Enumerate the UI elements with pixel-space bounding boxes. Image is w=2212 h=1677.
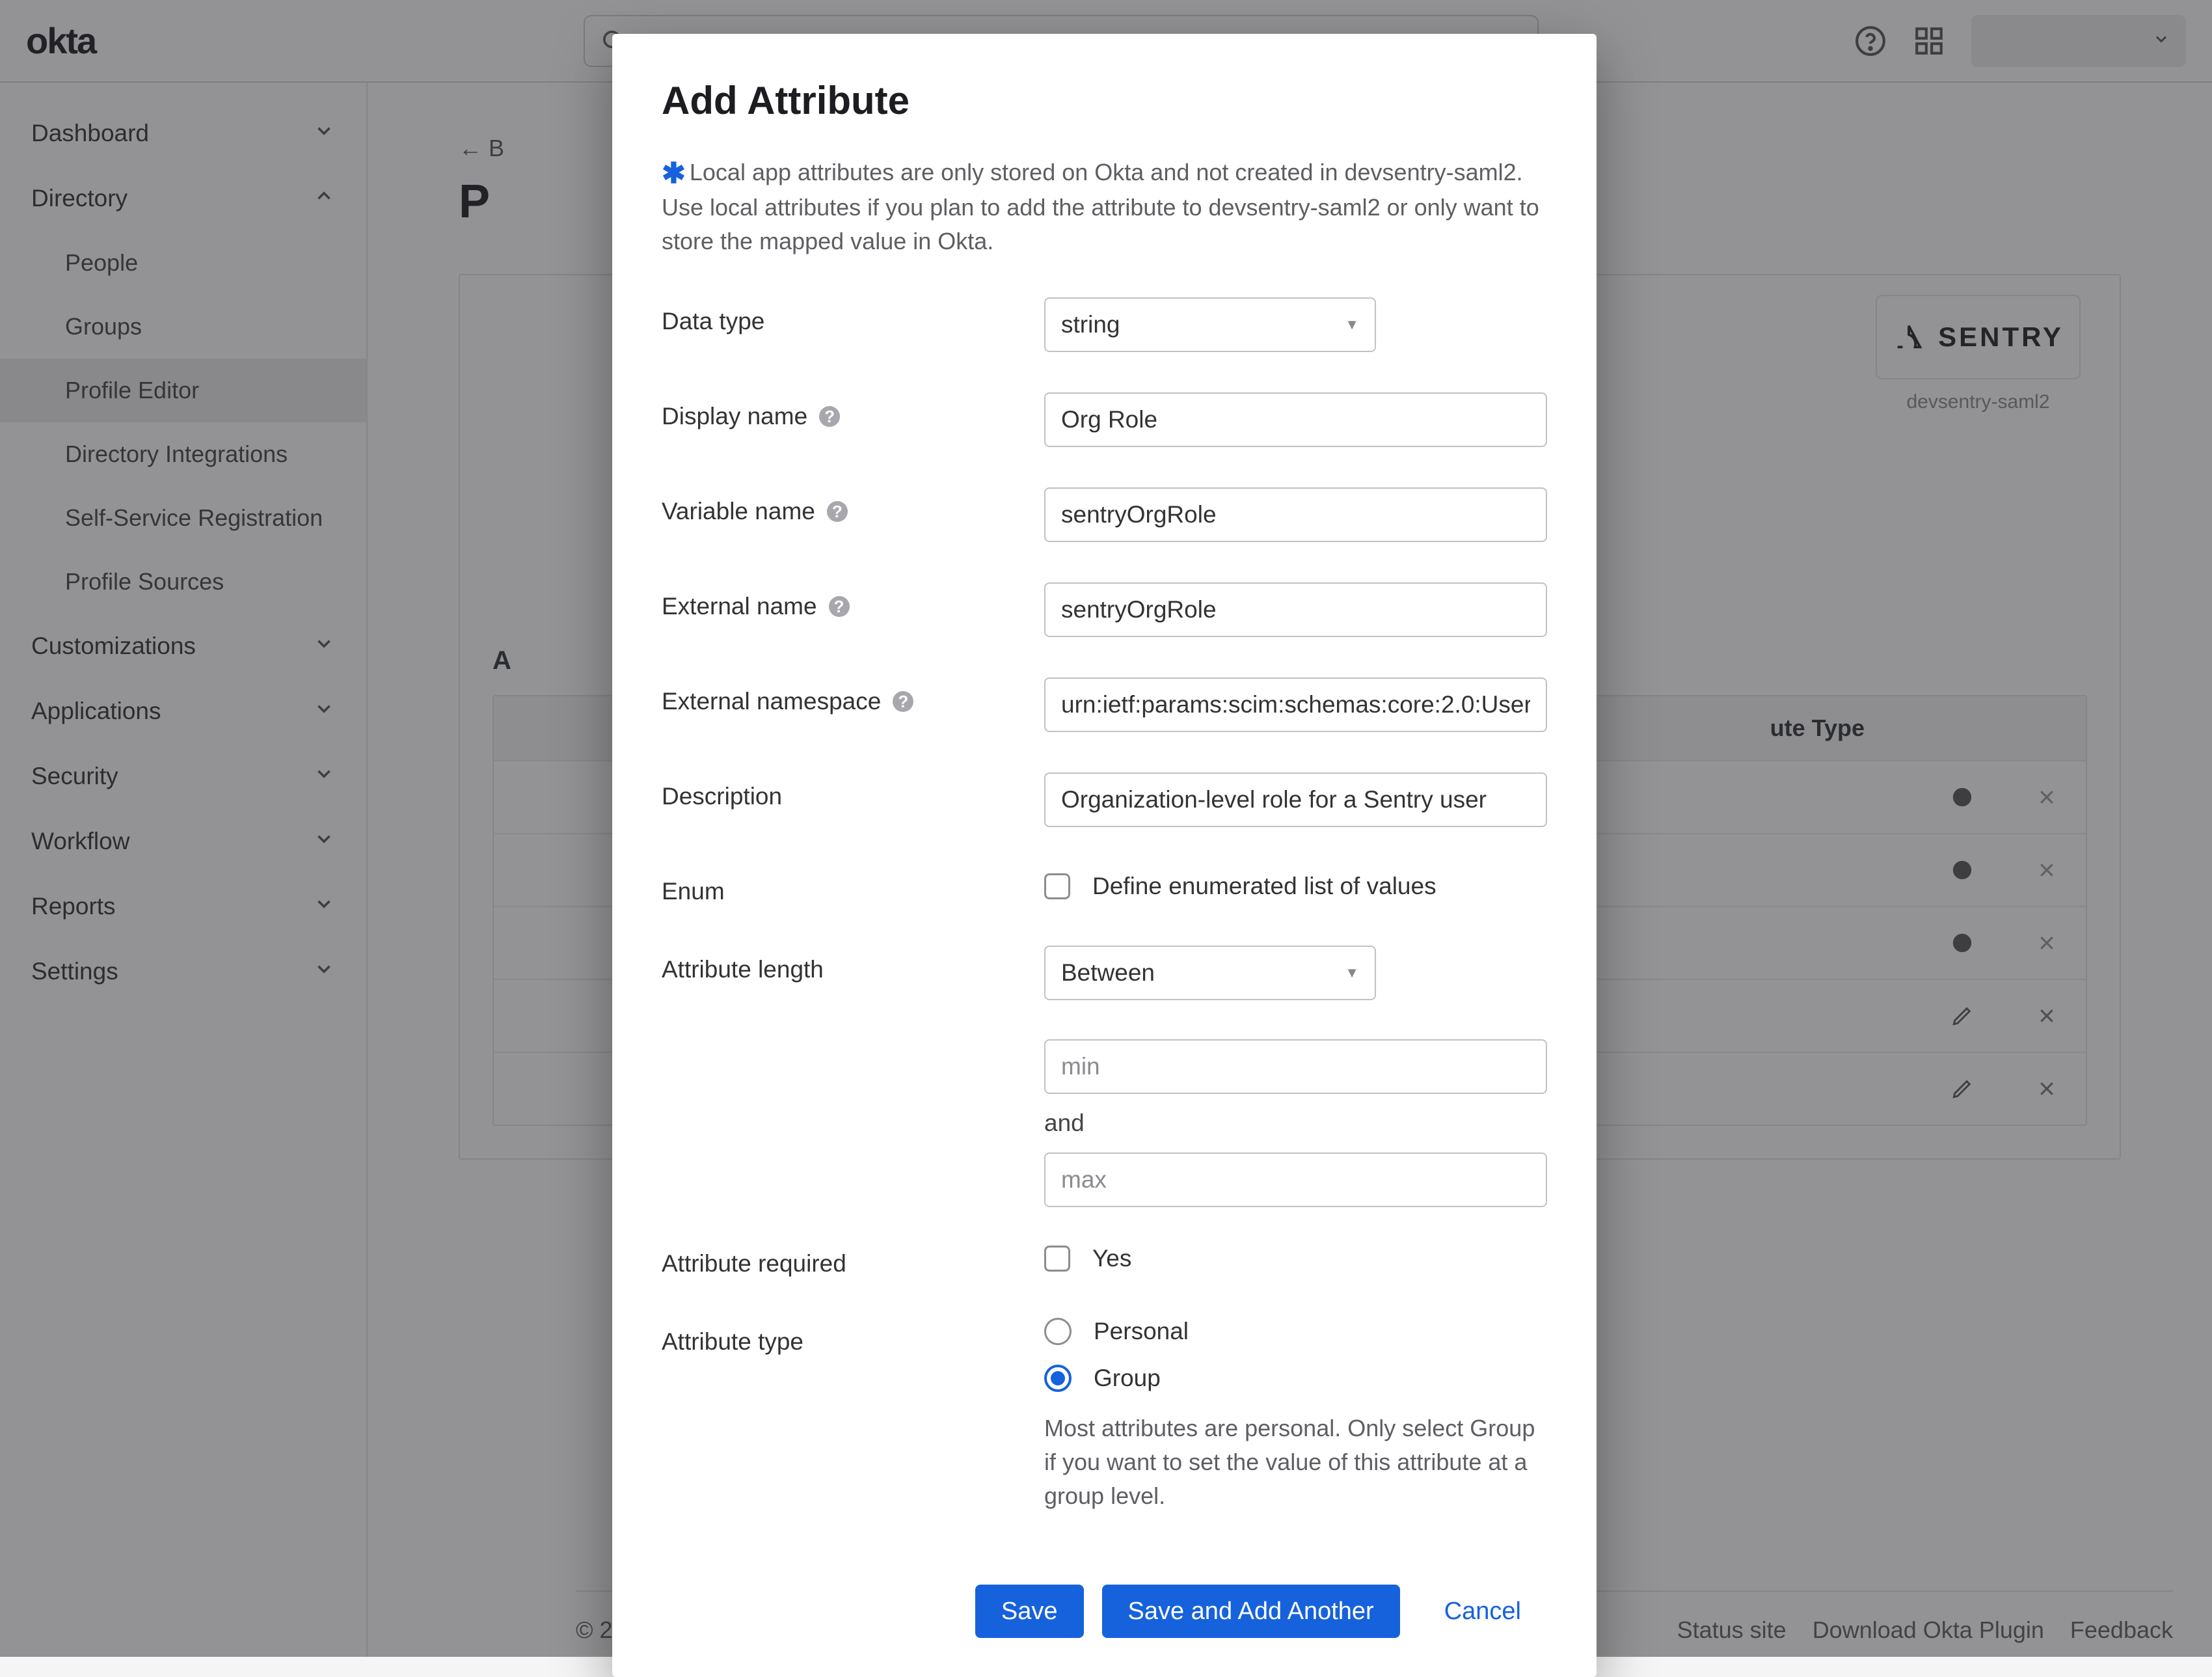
radio-icon (1044, 1365, 1072, 1392)
row-description: Description (662, 772, 1547, 827)
save-add-another-button[interactable]: Save and Add Another (1102, 1585, 1400, 1638)
attr-type-hint: Most attributes are personal. Only selec… (1044, 1411, 1539, 1513)
label-data-type: Data type (662, 297, 1044, 335)
radio-personal[interactable]: Personal (1044, 1318, 1547, 1345)
cancel-button[interactable]: Cancel (1418, 1585, 1547, 1638)
checkbox-label: Yes (1092, 1245, 1131, 1272)
modal-buttons: Save Save and Add Another Cancel (662, 1585, 1547, 1638)
label-external-name: External name? (662, 582, 1044, 620)
radio-icon (1044, 1318, 1072, 1345)
checkbox-label: Define enumerated list of values (1092, 873, 1436, 900)
add-attribute-modal: Add Attribute ✱Local app attributes are … (612, 34, 1597, 1677)
row-enum: Enum Define enumerated list of values (662, 867, 1547, 905)
row-attr-required: Attribute required Yes (662, 1240, 1547, 1277)
help-icon[interactable]: ? (819, 406, 840, 427)
checkbox-enum[interactable]: Define enumerated list of values (1044, 867, 1547, 900)
radio-label: Group (1094, 1365, 1161, 1392)
label-description: Description (662, 772, 1044, 810)
input-min[interactable] (1044, 1039, 1547, 1094)
row-attr-length: Attribute length Between ▼ (662, 946, 1547, 1000)
radio-label: Personal (1094, 1318, 1189, 1345)
select-attr-length[interactable]: Between ▼ (1044, 946, 1376, 1000)
label-attr-length: Attribute length (662, 946, 1044, 983)
label-display-name: Display name? (662, 392, 1044, 430)
input-external-namespace[interactable] (1044, 677, 1547, 732)
input-variable-name[interactable] (1044, 487, 1547, 542)
input-max[interactable] (1044, 1152, 1547, 1207)
asterisk-icon: ✱ (662, 157, 686, 189)
modal-note: ✱Local app attributes are only stored on… (662, 156, 1547, 258)
and-label: and (1044, 1110, 1547, 1137)
row-data-type: Data type string ▼ (662, 297, 1547, 352)
help-icon[interactable]: ? (827, 501, 848, 522)
dropdown-icon: ▼ (1345, 316, 1359, 333)
label-attr-required: Attribute required (662, 1240, 1044, 1277)
dropdown-icon: ▼ (1345, 964, 1359, 981)
input-display-name[interactable] (1044, 392, 1547, 447)
row-display-name: Display name? (662, 392, 1547, 447)
checkbox-icon (1044, 1246, 1070, 1272)
select-data-type[interactable]: string ▼ (1044, 297, 1376, 352)
input-description[interactable] (1044, 772, 1547, 827)
radio-group[interactable]: Group (1044, 1365, 1547, 1392)
row-variable-name: Variable name? (662, 487, 1547, 542)
label-external-namespace: External namespace? (662, 677, 1044, 715)
label-attr-type: Attribute type (662, 1318, 1044, 1356)
input-external-name[interactable] (1044, 582, 1547, 637)
checkbox-required[interactable]: Yes (1044, 1240, 1547, 1272)
row-external-name: External name? (662, 582, 1547, 637)
help-icon[interactable]: ? (829, 596, 850, 617)
checkbox-icon (1044, 873, 1070, 899)
label-variable-name: Variable name? (662, 487, 1044, 525)
label-enum: Enum (662, 867, 1044, 905)
row-attr-type: Attribute type Personal Group Most attri… (662, 1318, 1547, 1513)
modal-title: Add Attribute (662, 78, 1547, 123)
help-icon[interactable]: ? (893, 691, 913, 712)
row-external-namespace: External namespace? (662, 677, 1547, 732)
select-value: string (1061, 311, 1120, 338)
select-value: Between (1061, 959, 1155, 987)
save-button[interactable]: Save (975, 1585, 1084, 1638)
